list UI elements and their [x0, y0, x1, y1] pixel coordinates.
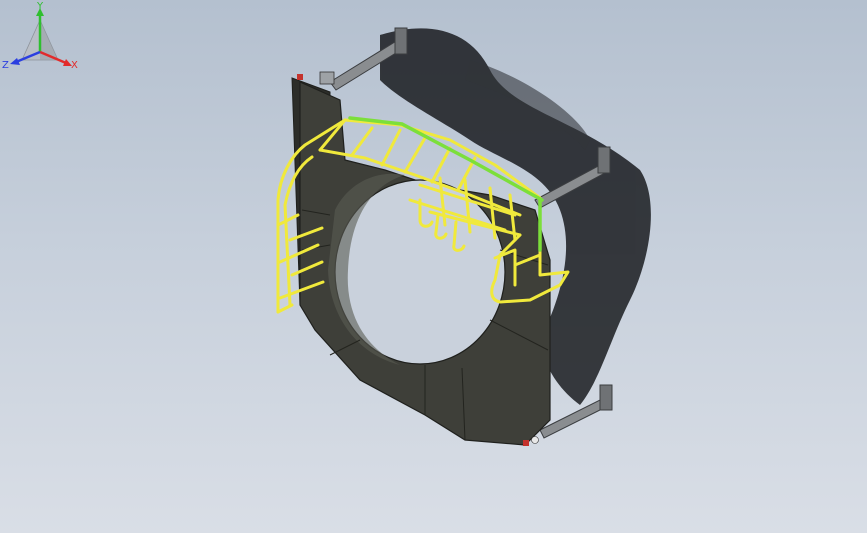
corner-marker-top [297, 74, 303, 80]
coordinate-triad: Y X Z [2, 1, 78, 71]
axis-z-arrow [10, 58, 20, 65]
model-canvas[interactable] [0, 0, 867, 533]
axis-x-label: X [71, 60, 78, 71]
axis-y-label: Y [36, 1, 44, 12]
bracket-top-left-plate [394, 27, 408, 55]
bracket-bottom-right-plate [599, 384, 613, 411]
bracket-top-right-plate [597, 146, 611, 174]
cad-viewport[interactable]: Y X Z [0, 0, 867, 533]
pivot-pin [531, 436, 539, 444]
axis-z-label: Z [2, 60, 9, 71]
bracket-block-top [319, 71, 335, 85]
corner-marker-bottom [523, 440, 529, 446]
